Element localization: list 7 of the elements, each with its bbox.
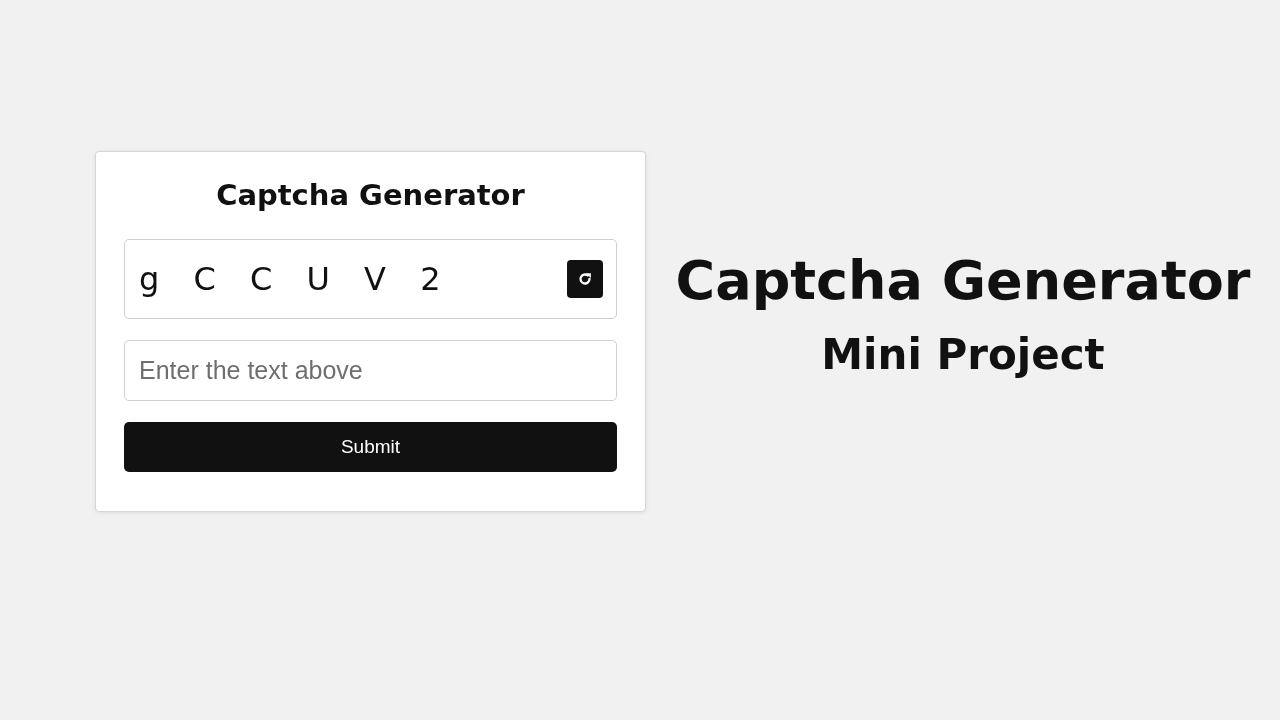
- submit-button[interactable]: Submit: [124, 421, 617, 472]
- refresh-button[interactable]: [567, 259, 603, 298]
- captcha-text: g C C U V 2: [139, 259, 441, 298]
- page-subtitle: Mini Project: [821, 329, 1105, 381]
- page-title: Captcha Generator: [675, 249, 1251, 314]
- answer-field[interactable]: Enter the text above: [124, 339, 617, 401]
- card-title: Captcha Generator: [215, 178, 526, 213]
